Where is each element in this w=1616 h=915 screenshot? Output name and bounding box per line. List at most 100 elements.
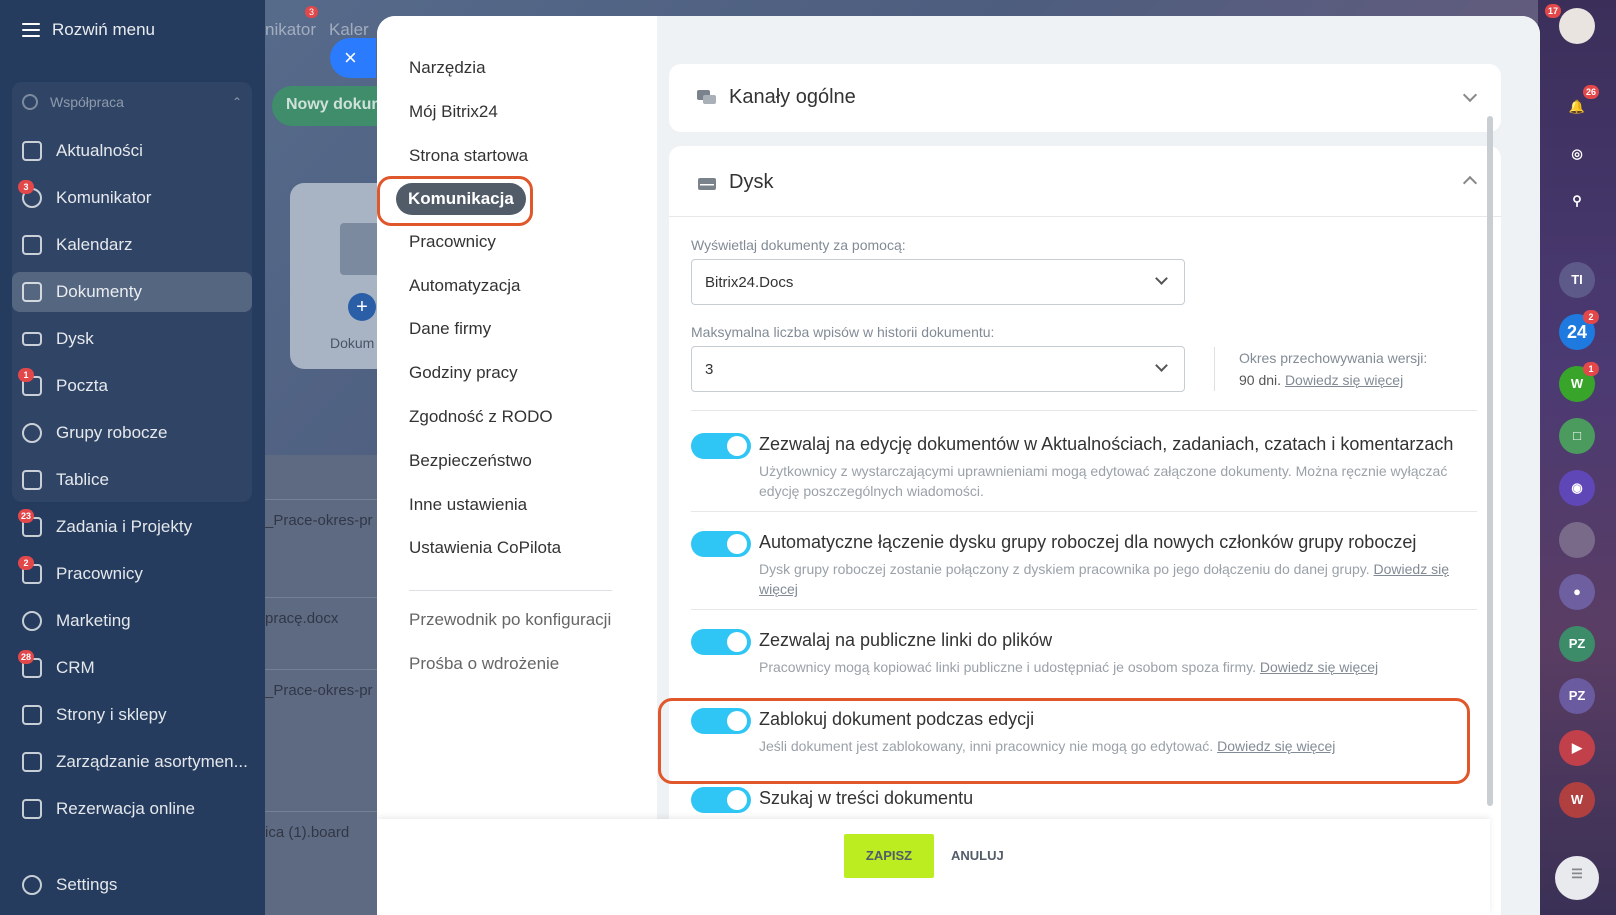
settings-content: Kanały ogólne Dysk Wyświetlaj dokumenty … — [657, 16, 1540, 915]
nav-item-bezpieczenstwo[interactable]: Bezpieczeństwo — [409, 451, 532, 471]
bell-icon[interactable]: 🔔 26 — [1559, 85, 1599, 125]
target-icon[interactable]: ◎ — [1559, 136, 1595, 172]
chat-icon: 3 — [18, 180, 42, 208]
sidebar-item-label: Aktualności — [56, 141, 143, 160]
sidebar-item-kalendarz[interactable]: Kalendarz — [12, 225, 252, 265]
sidebar-item-poczta[interactable]: 1 Poczta — [12, 366, 252, 406]
avatar[interactable] — [1559, 522, 1595, 558]
learn-more-link[interactable]: Dowiedz się więcej — [1260, 659, 1378, 675]
cart-icon — [22, 705, 42, 725]
background-tab-badge: 3 — [305, 6, 319, 18]
sidebar-item-dokumenty[interactable]: Dokumenty — [12, 272, 252, 312]
nav-item-copilot[interactable]: Ustawienia CoPilota — [409, 538, 561, 558]
settings-panel: Narzędzia Mój Bitrix24 Strona startowa K… — [377, 16, 1540, 915]
nav-item-narzedzia[interactable]: Narzędzia — [409, 58, 486, 78]
nav-item-przewodnik[interactable]: Przewodnik po konfiguracji — [409, 610, 611, 630]
background-file-list: _Prace-okres-pr pracę.docx _Prace-okres-… — [265, 455, 377, 915]
sidebar-item-marketing[interactable]: Marketing — [12, 601, 252, 641]
sidebar-item-label: Dokumenty — [56, 282, 142, 301]
avatar[interactable]: TI — [1559, 262, 1595, 298]
section-kanaly-ogolne[interactable]: Kanały ogólne — [669, 64, 1501, 132]
crm-icon: 28 — [18, 650, 42, 678]
notification-badge: 3 — [18, 180, 34, 194]
document-viewer-select[interactable]: Bitrix24.Docs — [691, 259, 1185, 305]
video-call-icon[interactable]: ▶ — [1559, 730, 1595, 766]
avatar[interactable]: PZ — [1559, 678, 1595, 714]
sidebar-item-rezerwacja[interactable]: Rezerwacja online — [12, 789, 252, 829]
workgroups-icon — [22, 423, 42, 443]
nav-item-strona-startowa[interactable]: Strona startowa — [409, 146, 528, 166]
chevron-down-icon — [1155, 272, 1168, 285]
open-lines-icon[interactable]: □ — [1559, 418, 1595, 454]
calendar-icon — [22, 235, 42, 255]
toggle-title: Zezwalaj na publiczne linki do plików — [759, 630, 1053, 650]
history-limit-select[interactable]: 3 — [691, 346, 1185, 392]
nav-item-automatyzacja[interactable]: Automatyzacja — [409, 276, 521, 296]
close-slider-button[interactable]: × — [330, 38, 376, 78]
sidebar-item-label: Komunikator — [56, 188, 152, 207]
bitrix24-icon[interactable]: 24 2 — [1559, 310, 1599, 350]
chevron-up-icon[interactable] — [1462, 175, 1478, 191]
sidebar-item-label: Zadania i Projekty — [56, 517, 193, 536]
sidebar-item-pracownicy[interactable]: 2 Pracownicy — [12, 554, 252, 594]
sidebar-item-grupy-robocze[interactable]: Grupy robocze — [12, 413, 252, 453]
sidebar-item-asortyment[interactable]: Zarządzanie asortymen... — [12, 742, 252, 782]
sidebar-group-label: Współpraca — [50, 94, 124, 110]
field-label: Maksymalna liczba wpisów w historii doku… — [691, 324, 995, 340]
nav-item-dane-firmy[interactable]: Dane firmy — [409, 319, 491, 339]
close-icon: × — [344, 45, 357, 70]
learn-more-link[interactable]: Dowiedz się więcej — [1285, 372, 1403, 388]
background-file-row: _Prace-okres-pr — [265, 669, 377, 713]
nav-item-inne-ustawienia[interactable]: Inne ustawienia — [409, 495, 527, 515]
nav-item-wdrozenie[interactable]: Prośba o wdrożenie — [409, 654, 559, 674]
avatar[interactable]: PZ — [1559, 626, 1595, 662]
notification-badge: 26 — [1582, 85, 1599, 99]
background-tab: Kaler — [329, 20, 369, 39]
group-icon[interactable]: ● — [1559, 574, 1595, 610]
section-title: Kanały ogólne — [729, 86, 856, 108]
toggle-switch[interactable] — [691, 433, 751, 459]
employees-icon: 2 — [18, 556, 42, 584]
sidebar-item-komunikator[interactable]: 3 Komunikator — [12, 178, 252, 218]
divider — [669, 216, 1501, 217]
sidebar-item-label: CRM — [56, 658, 95, 677]
expand-menu-button[interactable]: Rozwiń menu — [22, 18, 155, 42]
sidebar-item-tablice[interactable]: Tablice — [12, 460, 252, 500]
inventory-icon — [22, 752, 42, 772]
notification-badge: 1 — [18, 368, 34, 382]
nav-item-pracownicy[interactable]: Pracownicy — [409, 232, 496, 252]
avatar[interactable]: W1 — [1559, 362, 1599, 402]
sidebar-item-strony[interactable]: Strony i sklepy — [12, 695, 252, 735]
background-file-row: ica (1).board — [265, 811, 377, 855]
nav-item-moj-bitrix24[interactable]: Mój Bitrix24 — [409, 102, 498, 122]
sidebar-item-settings[interactable]: Settings — [12, 865, 252, 905]
chat-search-icon[interactable]: ⚲ — [1559, 183, 1595, 219]
sidebar-item-aktualnosci[interactable]: Aktualności — [12, 131, 252, 171]
sidebar-item-label: Pracownicy — [56, 564, 143, 583]
sidebar-item-zadania[interactable]: 23 Zadania i Projekty — [12, 507, 252, 547]
scrollbar[interactable] — [1487, 116, 1493, 806]
sidebar-item-dysk[interactable]: Dysk — [12, 319, 252, 359]
chat-menu-icon[interactable]: ☰ — [1555, 856, 1599, 900]
gear-icon — [22, 875, 42, 895]
background-file-row: _Prace-okres-pr — [265, 499, 377, 543]
chat-bubbles-icon — [697, 90, 717, 106]
cancel-button[interactable]: ANULUJ — [951, 834, 1004, 878]
toggle-switch[interactable] — [691, 629, 751, 655]
nav-item-komunikacja[interactable]: Komunikacja — [396, 183, 526, 215]
sidebar-item-crm[interactable]: 28 CRM — [12, 648, 252, 688]
nav-item-rodo[interactable]: Zgodność z RODO — [409, 407, 553, 427]
notification-badge: 2 — [18, 556, 34, 570]
select-value: Bitrix24.Docs — [705, 274, 794, 291]
chevron-up-icon: ⌃ — [231, 95, 242, 109]
save-button[interactable]: ZAPISZ — [844, 834, 934, 878]
toggle-description: Użytkownicy z wystarczającymi uprawnieni… — [759, 463, 1448, 499]
copilot-icon[interactable]: ◉ — [1559, 470, 1595, 506]
avatar[interactable]: W — [1559, 782, 1595, 818]
sidebar-item-label: Settings — [56, 875, 118, 894]
sidebar-group-header[interactable]: Współpraca ⌃ — [22, 94, 242, 110]
toggle-switch[interactable] — [691, 787, 751, 813]
nav-item-godziny-pracy[interactable]: Godziny pracy — [409, 363, 518, 383]
user-avatar[interactable]: 17 — [1545, 4, 1595, 44]
toggle-switch[interactable] — [691, 531, 751, 557]
